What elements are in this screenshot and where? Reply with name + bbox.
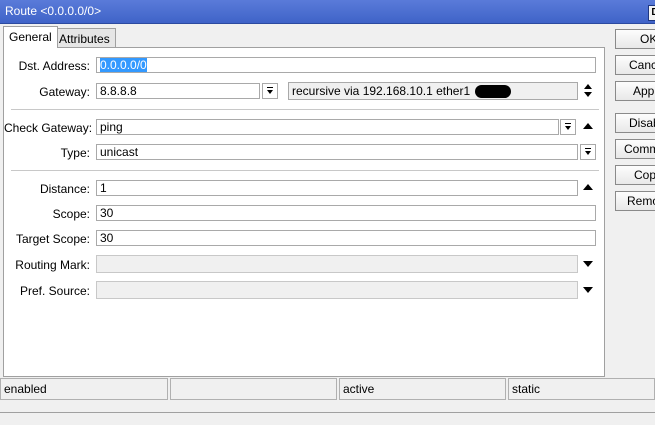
gateway-label: Gateway: <box>39 85 90 99</box>
target-scope-label: Target Scope: <box>15 232 90 246</box>
collapse-up-icon[interactable] <box>583 184 593 190</box>
status-bar: enabled active static <box>0 378 655 403</box>
check-gateway-dropdown-button[interactable] <box>560 119 576 135</box>
separator <box>11 109 599 110</box>
dropdown-bar-icon <box>267 87 273 88</box>
status-static: static <box>508 378 655 400</box>
comment-button[interactable]: Comment <box>615 139 655 159</box>
pref-source-input[interactable] <box>96 281 578 299</box>
dropdown-bar-icon <box>585 148 591 149</box>
gateway-input[interactable]: 8.8.8.8 <box>96 83 260 99</box>
separator <box>11 170 599 171</box>
gateway-status-text: recursive via 192.168.10.1 ether1 <box>292 84 471 98</box>
pref-source-label: Pref. Source: <box>19 284 90 298</box>
chevron-down-icon <box>585 151 591 155</box>
window-bottom-border <box>0 412 655 413</box>
tab-attributes[interactable]: Attributes <box>53 28 116 48</box>
title-bar-button[interactable]: D <box>648 5 655 21</box>
status-enabled: enabled <box>0 378 168 400</box>
type-label: Type: <box>60 146 90 160</box>
window-title: Route <0.0.0.0/0> <box>5 4 102 18</box>
scope-label: Scope: <box>52 207 90 221</box>
expand-down-icon[interactable] <box>583 287 593 293</box>
tab-general[interactable]: General <box>3 26 58 48</box>
dropdown-bar-icon <box>565 123 571 124</box>
remove-button[interactable]: Remove <box>615 191 655 211</box>
redaction-mark <box>475 85 512 99</box>
status-active: active <box>339 378 506 400</box>
dst-address-input[interactable]: 0.0.0.0/0 <box>96 57 596 73</box>
gateway-spinner[interactable] <box>584 83 594 99</box>
dst-address-value: 0.0.0.0/0 <box>100 58 147 72</box>
status-empty <box>170 378 337 400</box>
general-panel: Dst. Address: 0.0.0.0/0 Gateway: 8.8.8.8… <box>3 47 605 377</box>
chevron-down-icon <box>565 126 571 130</box>
distance-input[interactable]: 1 <box>96 180 578 196</box>
check-gateway-input[interactable]: ping <box>96 119 559 135</box>
expand-down-icon[interactable] <box>583 261 593 267</box>
arrow-up-icon[interactable] <box>584 84 592 89</box>
arrow-down-icon[interactable] <box>584 92 592 97</box>
routing-mark-input[interactable] <box>96 255 578 273</box>
distance-label: Distance: <box>39 182 90 196</box>
gateway-dropdown-button[interactable] <box>262 83 278 99</box>
scope-input[interactable]: 30 <box>96 205 596 221</box>
type-input[interactable]: unicast <box>96 144 578 160</box>
title-bar[interactable]: Route <0.0.0.0/0> D <box>0 0 655 24</box>
ok-button[interactable]: OK <box>615 29 655 49</box>
target-scope-input[interactable]: 30 <box>96 230 596 246</box>
check-gateway-label: Check Gateway: <box>4 121 93 135</box>
copy-button[interactable]: Copy <box>615 165 655 185</box>
cancel-button[interactable]: Cancel <box>615 55 655 75</box>
disable-button[interactable]: Disable <box>615 113 655 133</box>
dst-address-label: Dst. Address: <box>18 59 90 73</box>
chevron-down-icon <box>267 90 273 94</box>
gateway-status-field: recursive via 192.168.10.1 ether1 <box>288 82 578 100</box>
collapse-up-icon[interactable] <box>583 123 593 129</box>
type-dropdown-button[interactable] <box>580 144 596 160</box>
apply-button[interactable]: Apply <box>615 81 655 101</box>
routing-mark-label: Routing Mark: <box>15 258 90 272</box>
